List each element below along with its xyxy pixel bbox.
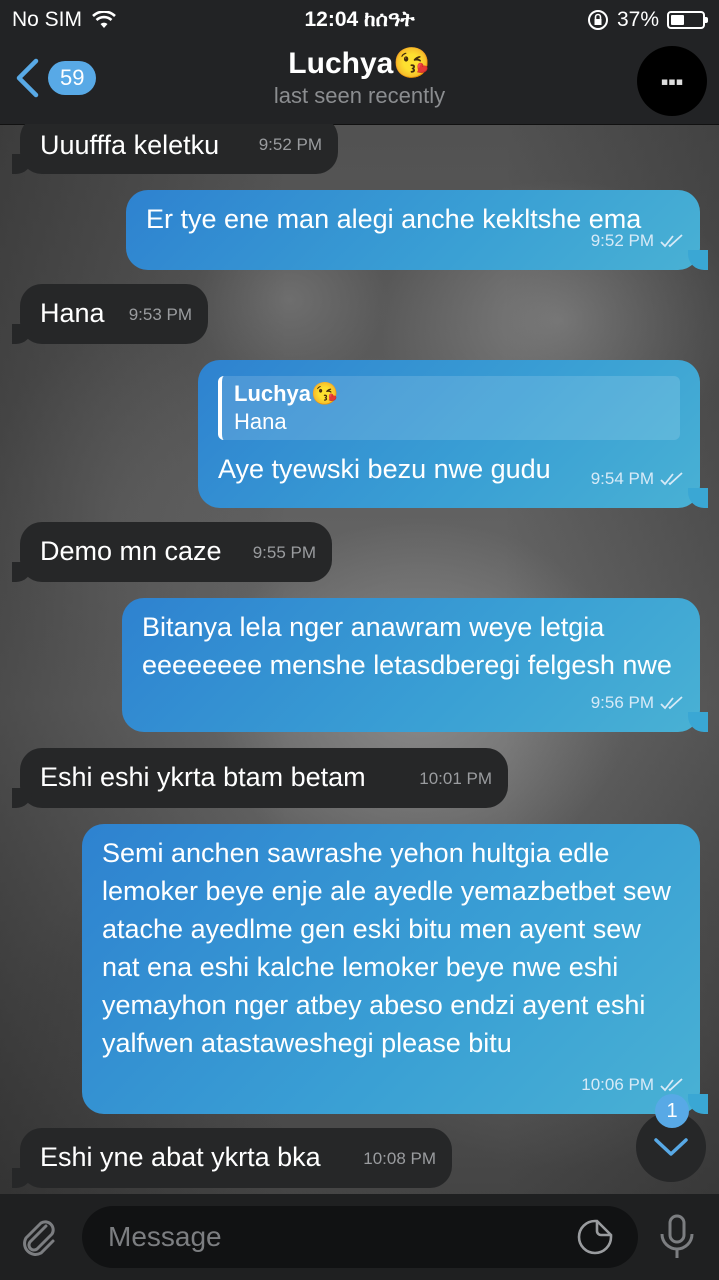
message-time: 10:08 PM bbox=[363, 1149, 436, 1168]
incoming-message[interactable]: Eshi eshi ykrta btam betam 10:01 PM bbox=[12, 748, 508, 808]
double-check-icon bbox=[660, 472, 683, 486]
incoming-message[interactable]: Uuufffa keletku 9:52 PM bbox=[12, 124, 338, 174]
message-list[interactable]: Uuufffa keletku 9:52 PM Er tye ene man a… bbox=[0, 124, 719, 1194]
message-meta: 9:52 PM bbox=[591, 222, 684, 260]
incoming-message[interactable]: Hana 9:53 PM bbox=[12, 284, 208, 344]
message-time: 10:06 PM bbox=[581, 1075, 654, 1094]
incoming-message[interactable]: Demo mn caze 9:55 PM bbox=[12, 522, 332, 582]
scroll-unread-badge: 1 bbox=[655, 1094, 689, 1128]
chat-title: Luchya😘 bbox=[288, 47, 431, 80]
paperclip-icon[interactable] bbox=[16, 1214, 62, 1260]
composer-bar bbox=[0, 1194, 719, 1280]
avatar[interactable]: ▪▪▪ bbox=[637, 46, 707, 116]
message-meta: 9:54 PM bbox=[591, 460, 684, 498]
message-text: Bitanya lela nger anawram weye letgia ee… bbox=[142, 612, 672, 680]
rotation-lock-icon bbox=[587, 10, 608, 30]
reply-text: Hana bbox=[234, 409, 287, 434]
message-input[interactable] bbox=[106, 1220, 550, 1254]
message-text: Aye tyewski bezu nwe gudu bbox=[218, 454, 551, 484]
message-text: Hana bbox=[40, 298, 105, 328]
incoming-message[interactable]: Eshi yne abat ykrta bka 10:08 PM bbox=[12, 1128, 452, 1188]
message-time: 9:52 PM bbox=[258, 135, 322, 154]
message-time: 9:54 PM bbox=[590, 469, 654, 488]
status-bar: No SIM 12:04 ከሰዓት 37% bbox=[0, 0, 719, 40]
double-check-icon bbox=[660, 1078, 683, 1092]
message-input-box[interactable] bbox=[82, 1206, 638, 1268]
message-time: 9:55 PM bbox=[252, 543, 316, 562]
double-check-icon bbox=[660, 696, 683, 710]
message-text: Uuufffa keletku bbox=[40, 130, 220, 160]
battery-percent: 37% bbox=[616, 8, 659, 31]
message-text: Semi anchen sawrashe yehon hultgia edle … bbox=[102, 838, 671, 1058]
reply-quote[interactable]: Luchya😘 Hana bbox=[218, 376, 680, 440]
message-time: 9:52 PM bbox=[590, 231, 654, 250]
chevron-down-icon bbox=[654, 1138, 688, 1156]
sticker-icon[interactable] bbox=[576, 1218, 614, 1256]
message-text: Demo mn caze bbox=[40, 536, 222, 566]
chat-header: 59 Luchya😘 last seen recently ▪▪▪ bbox=[0, 40, 719, 125]
double-check-icon bbox=[660, 234, 683, 248]
avatar-logo: ▪▪▪ bbox=[660, 74, 684, 88]
message-text: Eshi yne abat ykrta bka bbox=[40, 1142, 321, 1172]
last-seen-status: last seen recently bbox=[273, 83, 446, 108]
message-text: Er tye ene man alegi anche kekltshe ema bbox=[146, 204, 642, 234]
microphone-icon[interactable] bbox=[656, 1212, 698, 1262]
outgoing-message[interactable]: Bitanya lela nger anawram weye letgia ee… bbox=[122, 598, 708, 732]
message-time: 10:01 PM bbox=[419, 769, 492, 788]
battery-icon bbox=[667, 11, 708, 29]
message-time: 9:53 PM bbox=[128, 305, 192, 324]
message-time: 9:56 PM bbox=[590, 693, 654, 712]
outgoing-message[interactable]: Er tye ene man alegi anche kekltshe ema … bbox=[126, 190, 708, 270]
reply-author: Luchya😘 bbox=[234, 381, 339, 406]
chat-title-area[interactable]: Luchya😘 last seen recently bbox=[0, 46, 719, 109]
message-meta: 9:56 PM bbox=[591, 684, 684, 722]
message-text: Eshi eshi ykrta btam betam bbox=[40, 762, 366, 792]
outgoing-reply-message[interactable]: Luchya😘 Hana Aye tyewski bezu nwe gudu 9… bbox=[198, 360, 708, 508]
outgoing-message[interactable]: Semi anchen sawrashe yehon hultgia edle … bbox=[82, 824, 708, 1114]
